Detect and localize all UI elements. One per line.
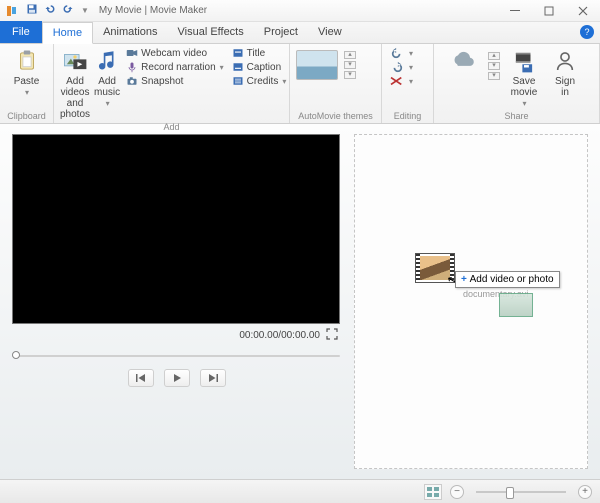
redo-icon[interactable] [62,3,74,18]
save-movie-button[interactable]: Save movie▾ [504,46,544,109]
snapshot-button[interactable]: Snapshot [126,74,224,88]
storyboard-pane: ↖ Add video or photo documentary.avi [350,124,600,479]
tab-home[interactable]: Home [42,22,93,44]
app-icon [4,4,18,18]
tab-view[interactable]: View [308,21,352,43]
main-area: 00:00.00/00:00.00 ↖ Add video or photo d… [0,124,600,479]
paste-label: Paste [14,76,40,87]
rotate-right-button[interactable]: ▾ [388,60,413,74]
next-frame-button[interactable] [200,369,226,387]
group-automovie: ▴▾▾ AutoMovie themes [290,44,382,123]
caption-button[interactable]: Caption [232,60,287,74]
zoom-out-button[interactable]: − [450,485,464,499]
minimize-button[interactable] [498,0,532,22]
drop-tooltip: Add video or photo [455,271,560,288]
add-music-button[interactable]: Add music ▾ [94,46,120,109]
onedrive-button[interactable] [440,46,484,74]
tab-project[interactable]: Project [254,21,308,43]
rotate-left-button[interactable]: ▾ [388,46,413,60]
view-thumbnails-button[interactable] [424,484,442,500]
gallery-scroll[interactable]: ▴▾▾ [344,51,356,79]
group-share-label: Share [440,109,593,123]
add-music-label: Add music [94,76,120,98]
group-clipboard-label: Clipboard [6,109,47,123]
window-title: My Movie | Movie Maker [99,5,498,16]
tab-file[interactable]: File [0,21,42,43]
ribbon: Paste ▾ Clipboard Add videos and photos … [0,44,600,124]
preview-pane: 00:00.00/00:00.00 [0,124,350,479]
status-bar: − + [0,479,600,503]
prev-frame-button[interactable] [128,369,154,387]
play-button[interactable] [164,369,190,387]
drop-target: ↖ Add video or photo documentary.avi [415,253,455,283]
help-icon[interactable]: ? [580,25,594,39]
zoom-in-button[interactable]: + [578,485,592,499]
share-gallery-scroll[interactable]: ▴▾▾ [488,52,500,80]
automovie-gallery[interactable]: ▴▾▾ [296,46,356,80]
maximize-button[interactable] [532,0,566,22]
close-button[interactable] [566,0,600,22]
group-add: Add videos and photos Add music ▾ Webcam… [54,44,290,123]
credits-button[interactable]: Credits▾ [232,74,287,88]
undo-icon[interactable] [44,3,56,18]
sign-in-button[interactable]: Sign in [548,46,582,98]
delete-button[interactable]: ▾ [388,74,413,88]
storyboard-drop-area[interactable]: ↖ Add video or photo documentary.avi [354,134,588,469]
save-icon[interactable] [26,3,38,18]
preview-video[interactable] [12,134,340,324]
group-share: ▴▾▾ Save movie▾ Sign in Share [434,44,600,123]
fullscreen-icon[interactable] [326,328,338,343]
titlebar: ▼ My Movie | Movie Maker [0,0,600,22]
transport-controls [12,369,342,387]
record-narration-button[interactable]: Record narration▾ [126,60,224,74]
zoom-slider[interactable] [476,491,566,493]
sign-in-label: Sign in [555,76,575,98]
add-videos-photos-label: Add videos and photos [60,76,90,120]
group-automovie-label: AutoMovie themes [296,109,375,123]
group-clipboard: Paste ▾ Clipboard [0,44,54,123]
tab-animations[interactable]: Animations [93,21,167,43]
group-editing: ▾ ▾ ▾ Editing [382,44,434,123]
group-editing-label: Editing [388,109,427,123]
tab-strip: File Home Animations Visual Effects Proj… [0,22,600,44]
qat-dropdown-icon[interactable]: ▼ [81,6,89,15]
seek-bar[interactable] [12,349,340,363]
title-button[interactable]: Title [232,46,287,60]
webcam-video-button[interactable]: Webcam video [126,46,224,60]
save-movie-label: Save movie [511,76,538,98]
automovie-theme-thumb[interactable] [296,50,338,80]
add-videos-photos-button[interactable]: Add videos and photos [60,46,90,120]
tab-visual-effects[interactable]: Visual Effects [168,21,254,43]
quick-access-toolbar: ▼ [22,3,93,18]
time-display: 00:00.00/00:00.00 [239,330,320,341]
dragged-file-icon [499,293,533,317]
paste-button[interactable]: Paste ▾ [6,46,47,98]
